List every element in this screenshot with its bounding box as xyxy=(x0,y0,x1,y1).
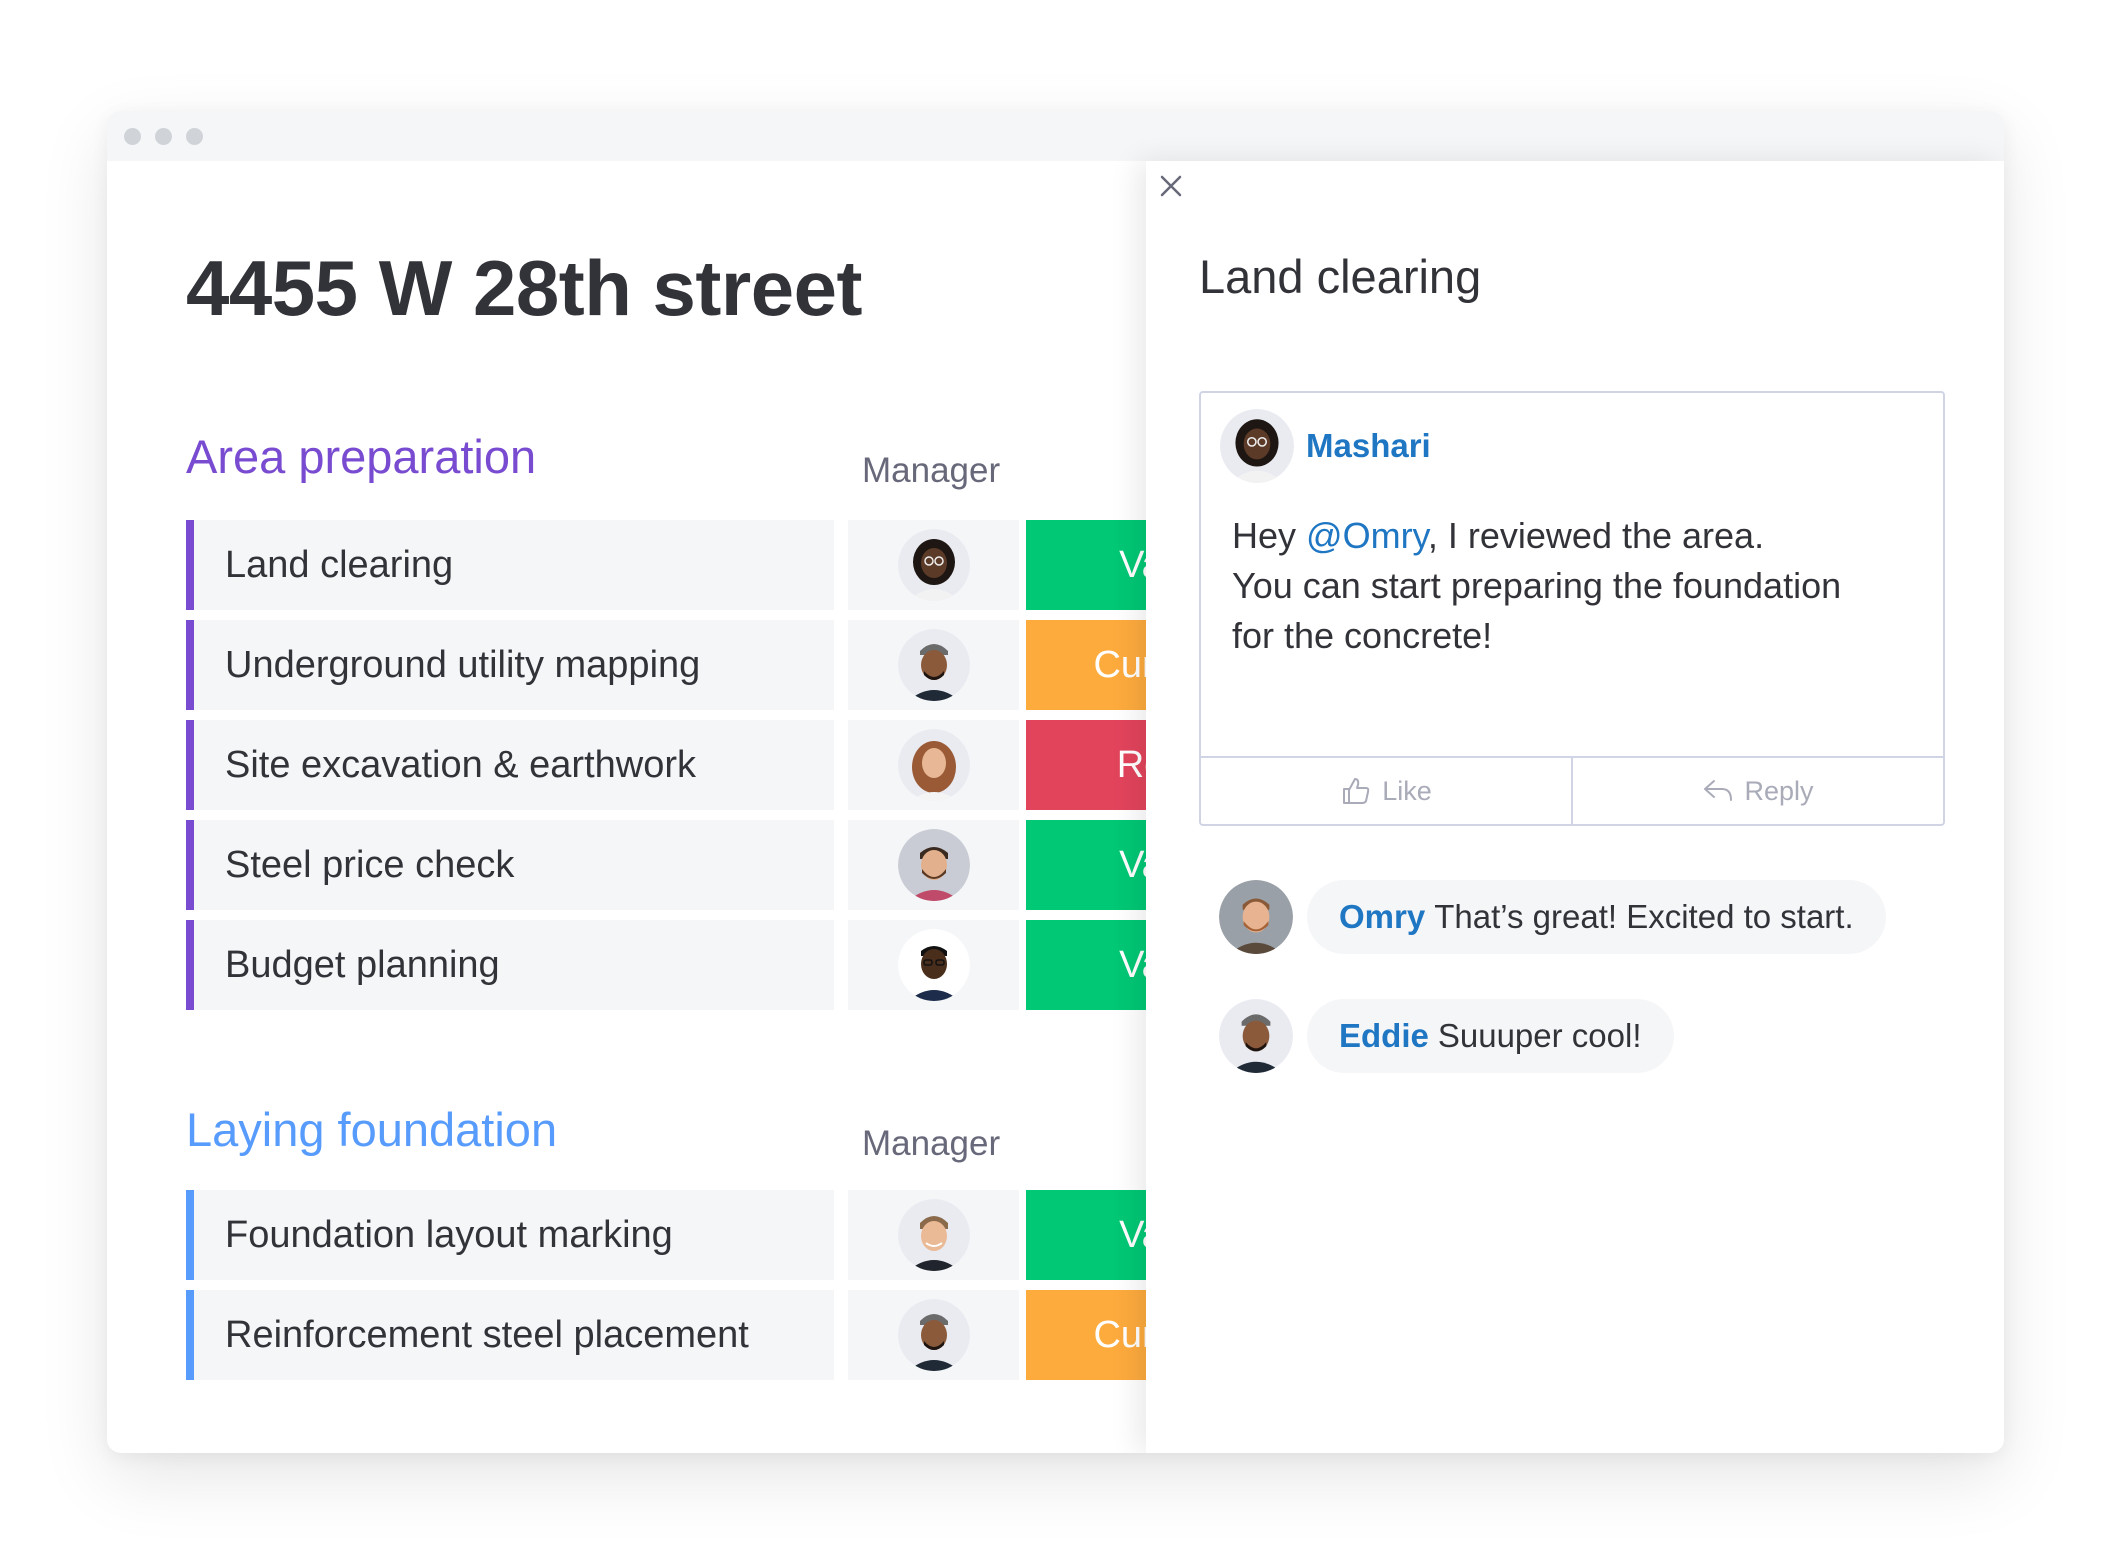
table-row[interactable]: Budget planning Va xyxy=(186,920,1256,1010)
update-line-2: You can start preparing the foundation xyxy=(1232,565,1842,606)
table-row[interactable]: Foundation layout marking Va xyxy=(186,1190,1256,1280)
manager-cell[interactable] xyxy=(848,1290,1019,1380)
woman-curly-hair-avatar xyxy=(897,729,970,801)
man-beanie-avatar xyxy=(897,629,970,701)
reply-bubble: Omry That’s great! Excited to start. xyxy=(1307,880,1886,954)
reply-item: Eddie Suuuper cool! xyxy=(1219,999,1674,1073)
update-body: Hey @Omry, I reviewed the area. You can … xyxy=(1232,511,1912,661)
man-glasses-dark-avatar xyxy=(897,929,970,1001)
panel-title: Land clearing xyxy=(1199,250,1482,303)
like-label: Like xyxy=(1382,775,1432,806)
man-beard-smile-avatar xyxy=(897,829,970,901)
item-side-panel: Land clearing Mashari Hey @Omry, I revie… xyxy=(1146,161,2004,1453)
column-header-manager[interactable]: Manager xyxy=(862,1124,1000,1164)
reply-label: Reply xyxy=(1744,775,1814,806)
table-row[interactable]: Land clearing Va xyxy=(186,520,1256,610)
manager-cell[interactable] xyxy=(848,920,1019,1010)
like-button[interactable]: Like xyxy=(1201,758,1571,824)
manager-cell[interactable] xyxy=(848,520,1019,610)
window-close-dot[interactable] xyxy=(124,127,141,145)
close-panel-button[interactable] xyxy=(1154,169,1188,203)
table-row[interactable]: Reinforcement steel placement Curre xyxy=(186,1290,1256,1380)
reply-text: Suuuper cool! xyxy=(1437,1017,1642,1054)
window-minimize-dot[interactable] xyxy=(155,127,172,145)
table-row[interactable]: Steel price check Va xyxy=(186,820,1256,910)
man-ginger-beard-avatar xyxy=(1219,880,1293,954)
reply-button[interactable]: Reply xyxy=(1571,758,1943,824)
item-name[interactable]: Foundation layout marking xyxy=(186,1190,834,1280)
board-title: 4455 W 28th street xyxy=(186,244,862,332)
table-row[interactable]: Site excavation & earthwork Re xyxy=(186,720,1256,810)
woman-glasses-dark-avatar xyxy=(897,529,970,601)
manager-cell[interactable] xyxy=(848,720,1019,810)
column-header-manager[interactable]: Manager xyxy=(862,451,1000,491)
reply-item: Omry That’s great! Excited to start. xyxy=(1219,880,1886,954)
reply-arrow-icon xyxy=(1704,780,1733,801)
manager-cell[interactable] xyxy=(848,1190,1019,1280)
woman-glasses-dark-avatar xyxy=(1220,409,1294,483)
update-line-1: Hey @Omry, I reviewed the area. xyxy=(1232,511,1912,561)
update-card: Mashari Hey @Omry, I reviewed the area. … xyxy=(1199,391,1945,826)
group-title[interactable]: Laying foundation xyxy=(186,1102,557,1157)
mention-link[interactable]: @Omry xyxy=(1306,515,1428,556)
manager-cell[interactable] xyxy=(848,620,1019,710)
update-actions: Like Reply xyxy=(1201,756,1943,824)
item-name[interactable]: Steel price check xyxy=(186,820,834,910)
reply-author[interactable]: Omry xyxy=(1339,898,1425,936)
update-line-3: for the concrete! xyxy=(1232,615,1493,656)
app-window: 4455 W 28th street Area preparation Mana… xyxy=(107,111,2004,1453)
manager-cell[interactable] xyxy=(848,820,1019,910)
update-text-rest: , I reviewed the area. xyxy=(1427,515,1765,556)
man-blond-smile-avatar xyxy=(897,1199,970,1271)
reply-author[interactable]: Eddie xyxy=(1339,1017,1429,1055)
man-beanie-avatar xyxy=(897,1299,970,1371)
item-name[interactable]: Site excavation & earthwork xyxy=(186,720,834,810)
update-text-prefix: Hey xyxy=(1232,515,1307,556)
reply-text: That’s great! Excited to start. xyxy=(1434,898,1854,935)
item-name[interactable]: Land clearing xyxy=(186,520,834,610)
man-beanie-avatar xyxy=(1219,999,1293,1073)
item-name[interactable]: Budget planning xyxy=(186,920,834,1010)
update-author: Mashari xyxy=(1220,409,1431,483)
table-row[interactable]: Underground utility mapping Curre xyxy=(186,620,1256,710)
thumbs-up-icon xyxy=(1343,778,1370,804)
author-name[interactable]: Mashari xyxy=(1306,427,1431,465)
window-titlebar xyxy=(107,111,2004,161)
group-title[interactable]: Area preparation xyxy=(186,429,536,484)
item-name[interactable]: Underground utility mapping xyxy=(186,620,834,710)
close-icon xyxy=(1160,175,1182,197)
reply-bubble: Eddie Suuuper cool! xyxy=(1307,999,1674,1073)
window-maximize-dot[interactable] xyxy=(186,127,203,145)
item-name[interactable]: Reinforcement steel placement xyxy=(186,1290,834,1380)
